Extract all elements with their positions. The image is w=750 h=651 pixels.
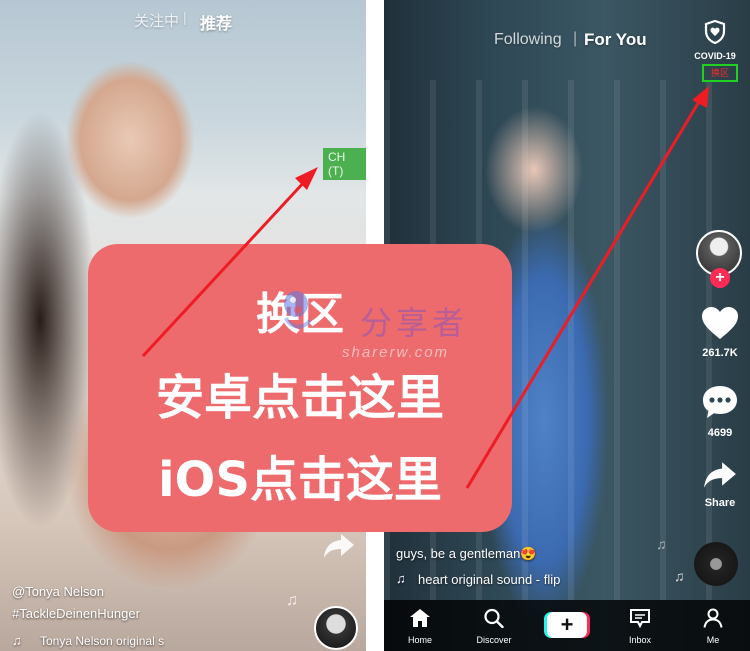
sound-title[interactable]: Tonya Nelson original s (40, 634, 164, 648)
follow-plus-button[interactable]: + (710, 268, 730, 288)
promo-android-link[interactable]: 安卓点击这里 (88, 358, 512, 428)
caption-description: guys, be a gentleman😍 (396, 546, 537, 561)
heart-icon (702, 307, 738, 339)
promo-ios-link[interactable]: iOS点击这里 (88, 440, 512, 510)
nav-inbox-label: Inbox (628, 635, 652, 645)
region-switch-button[interactable]: 换区 (702, 64, 738, 82)
nav-inbox[interactable]: Inbox (610, 608, 670, 645)
tab-separator: | (573, 30, 578, 47)
nav-me-label: Me (706, 635, 720, 645)
covid-label: COVID-19 (694, 51, 736, 61)
share-label: Share (704, 497, 736, 509)
nav-home-label: Home (407, 635, 432, 645)
caption-hashtag[interactable]: #TackleDeinenHunger (12, 606, 140, 621)
nav-discover-label: Discover (476, 635, 512, 645)
creator-avatar[interactable] (314, 606, 358, 650)
comment-button[interactable]: 4699 (688, 384, 750, 439)
nav-discover[interactable]: Discover (464, 608, 524, 645)
comment-count: 4699 (707, 427, 733, 439)
caption-username[interactable]: @Tonya Nelson (12, 584, 104, 599)
nav-create[interactable]: + (537, 608, 597, 638)
sound-disc[interactable] (694, 542, 738, 586)
share-arrow-icon[interactable] (322, 532, 356, 565)
home-icon (410, 609, 430, 627)
tab-following[interactable]: Following (494, 31, 562, 49)
shield-heart-icon (704, 19, 726, 45)
watermark-text: 分享者 (360, 304, 469, 342)
sound-music-icon: ♫ (396, 571, 406, 586)
inbox-message-icon (630, 609, 650, 629)
bottom-navigation: Home Discover + Inbox Me (384, 600, 750, 651)
region-language-badge[interactable]: CH (T) (323, 148, 366, 180)
like-button[interactable]: 261.7K (688, 306, 750, 359)
search-icon (484, 608, 504, 629)
music-note-icon: ♫ (286, 592, 298, 609)
tab-following[interactable]: 关注中 (134, 10, 179, 31)
nav-home[interactable]: Home (390, 608, 450, 645)
comment-bubble-icon (703, 386, 737, 418)
like-count: 261.7K (702, 347, 738, 359)
music-note-icon: ♫ (674, 568, 685, 584)
profile-person-icon (703, 608, 723, 628)
tab-for-you[interactable]: For You (584, 30, 647, 50)
watermark-url: sharerw.com (342, 344, 450, 361)
tab-separator: | (183, 9, 187, 25)
create-plus-button[interactable]: + (547, 612, 587, 638)
sound-music-icon: ♫ (12, 633, 22, 648)
tab-for-you[interactable]: 推荐 (200, 10, 232, 34)
sound-title[interactable]: heart original sound - flip (418, 572, 560, 587)
share-button[interactable]: Share (688, 460, 750, 509)
nav-me[interactable]: Me (683, 608, 743, 645)
covid-button[interactable]: COVID-19 (690, 19, 740, 61)
music-note-icon: ♫ (656, 536, 667, 552)
share-arrow-icon (704, 462, 736, 488)
watermark-logo-icon (278, 288, 318, 341)
